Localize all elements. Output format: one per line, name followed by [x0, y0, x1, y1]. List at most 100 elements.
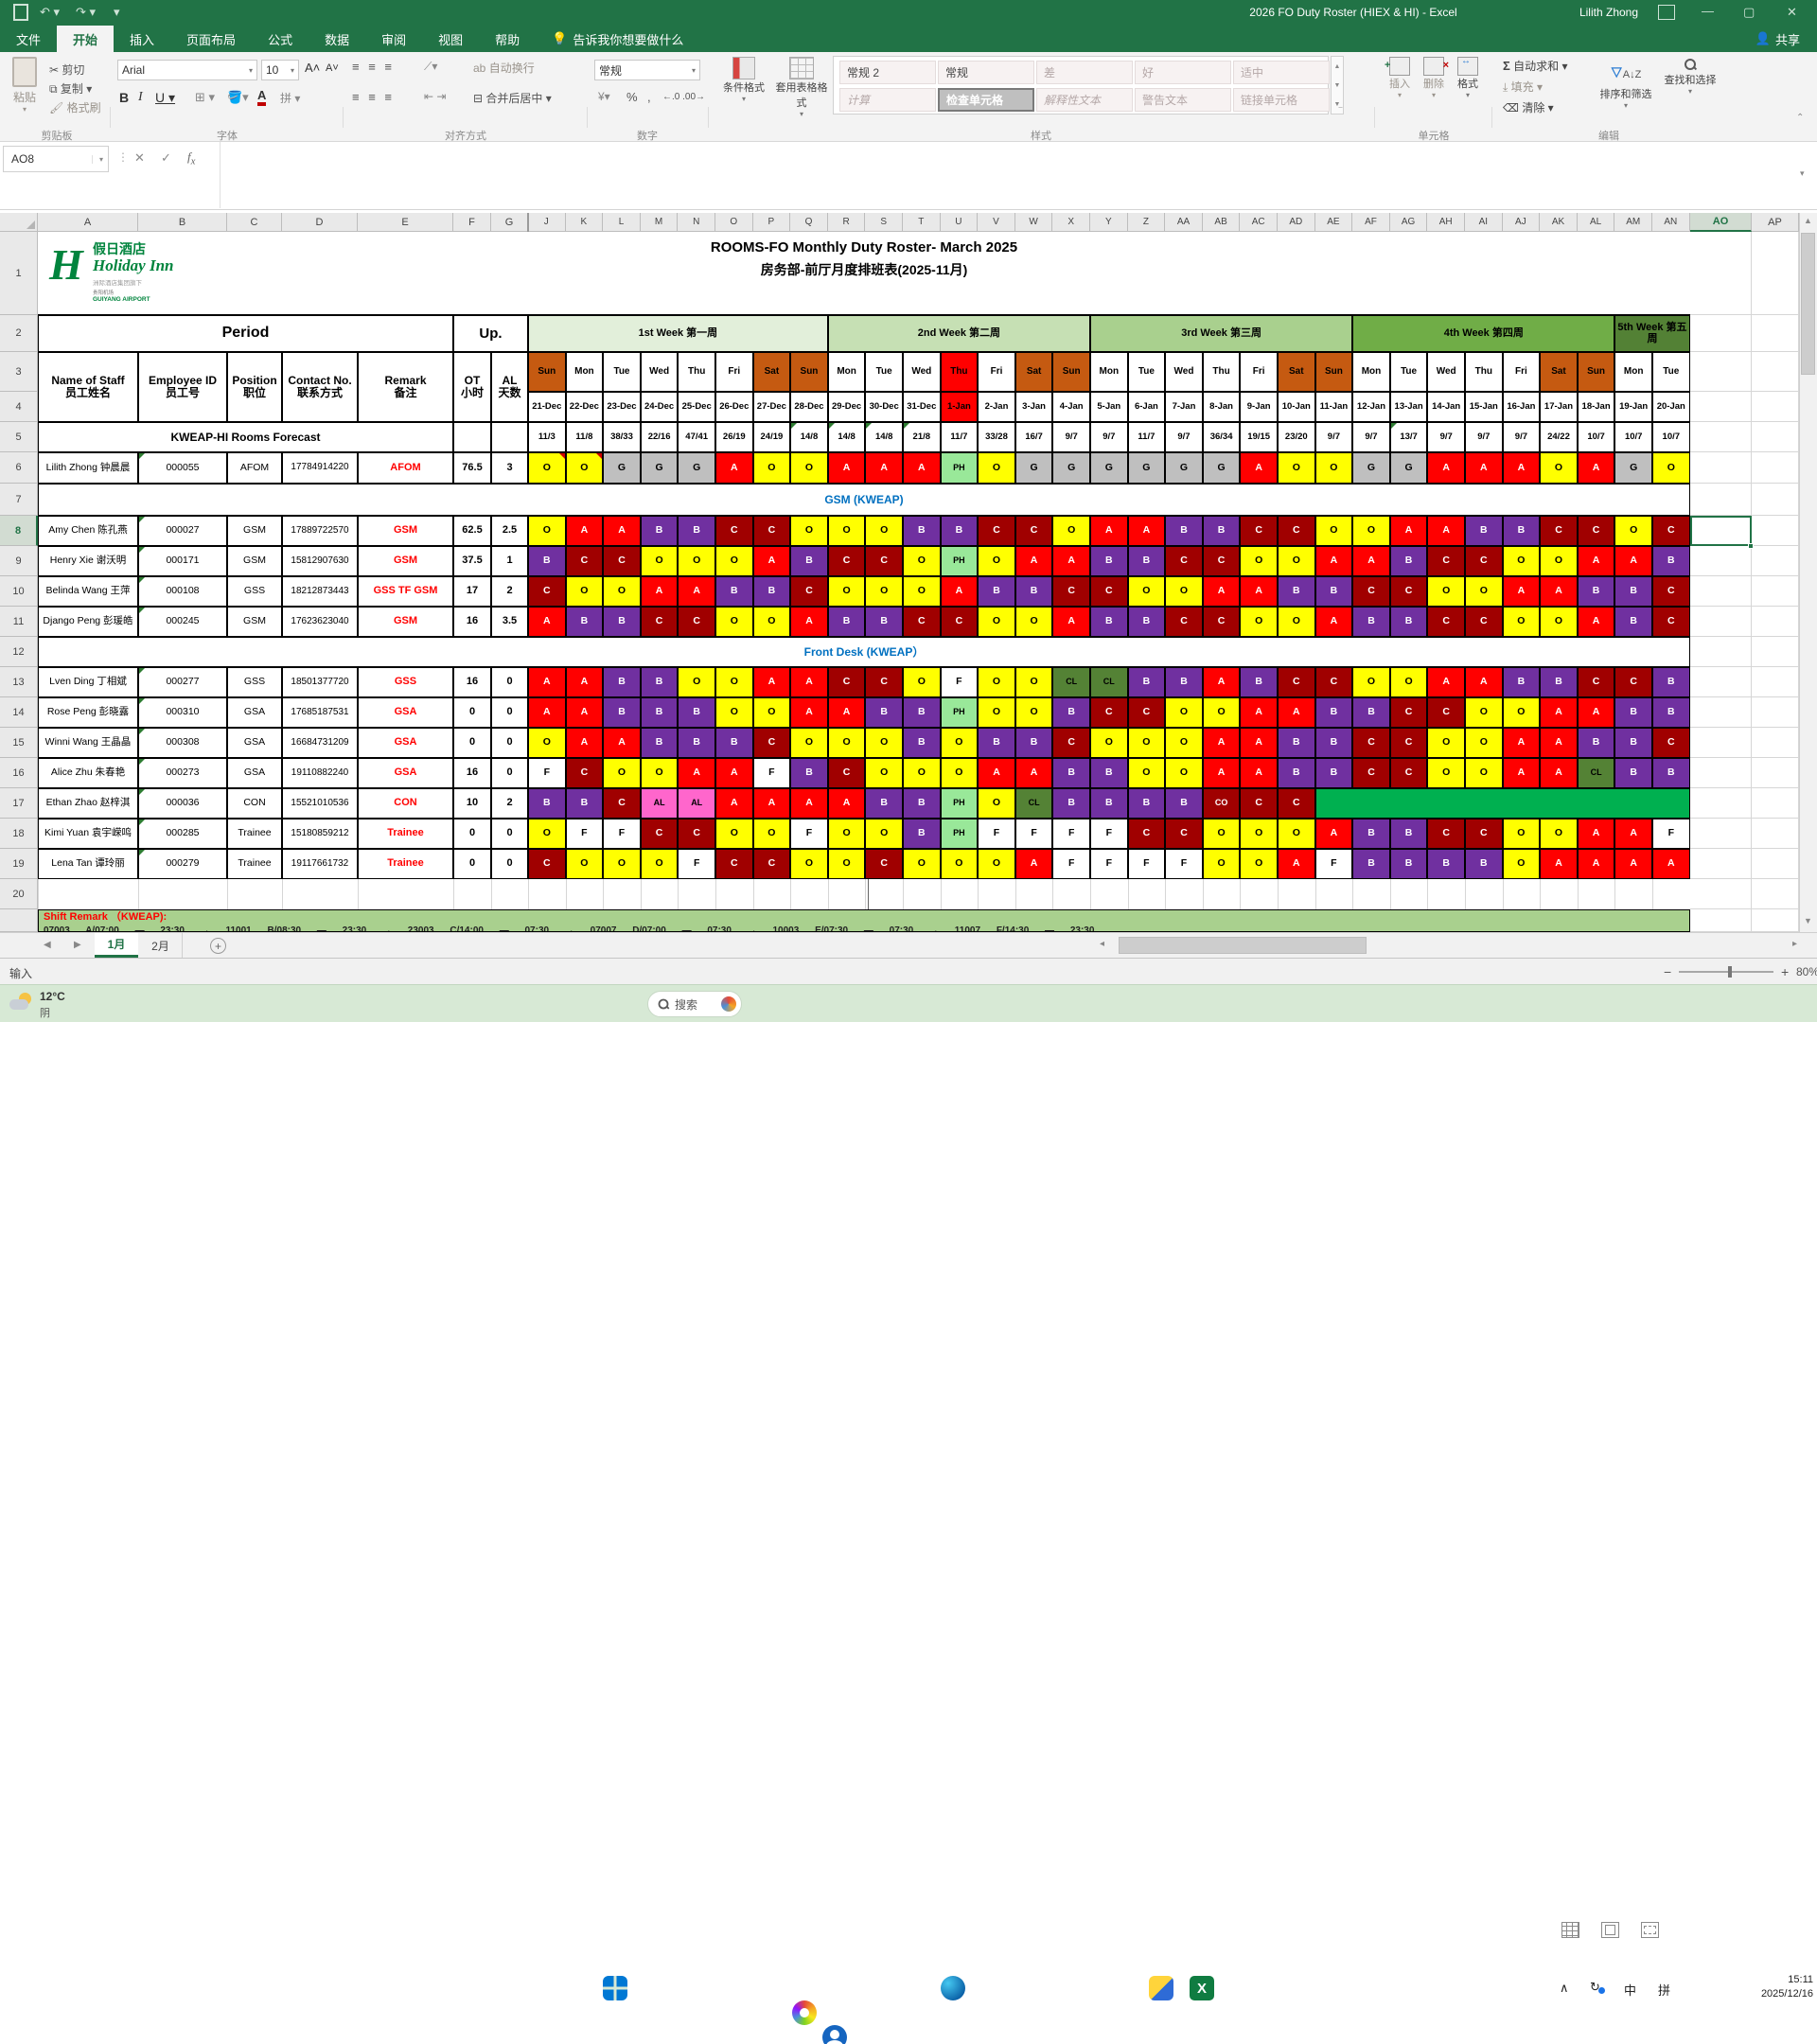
row-header-3[interactable]: 3	[0, 352, 38, 392]
date-cell[interactable]: 13-Jan	[1389, 392, 1428, 422]
shift-cell[interactable]: B	[603, 667, 641, 697]
shift-cell[interactable]: C	[1127, 697, 1166, 728]
shift-cell[interactable]: O	[978, 452, 1015, 484]
shift-cell[interactable]: O	[1240, 607, 1278, 637]
empty-cell[interactable]	[1752, 352, 1799, 392]
shift-cell[interactable]: C	[903, 607, 941, 637]
forecast-cell[interactable]: 11/8	[565, 422, 604, 452]
table-header-name-of-staff[interactable]: Name of Staff 员工姓名	[38, 352, 138, 422]
staff-remark-cell[interactable]: Trainee	[358, 849, 453, 879]
shift-cell[interactable]: A	[1240, 758, 1278, 788]
up-header[interactable]: Up.	[453, 315, 528, 352]
phonetic-guide-icon[interactable]: 拼 ▾	[280, 90, 300, 106]
empty-cell[interactable]	[1690, 546, 1752, 576]
grow-font-icon[interactable]: A˄	[305, 61, 320, 75]
row-header-17[interactable]: 17	[0, 788, 38, 819]
shift-cell[interactable]: B	[903, 788, 941, 819]
shift-cell[interactable]: CL	[1052, 667, 1090, 697]
staff-contact-cell[interactable]: 15521010536	[282, 788, 358, 819]
date-cell[interactable]: 10-Jan	[1278, 392, 1315, 422]
empty-cell[interactable]	[1752, 452, 1799, 484]
font-color-icon[interactable]: A	[257, 88, 267, 106]
shift-cell[interactable]: C	[1014, 516, 1053, 546]
shift-cell[interactable]: A	[1427, 667, 1465, 697]
staff-name-cell[interactable]: Henry Xie 谢沃明	[38, 546, 138, 576]
shift-cell[interactable]: G	[678, 452, 715, 484]
shift-cell[interactable]: C	[603, 788, 641, 819]
shift-cell[interactable]: O	[1278, 452, 1315, 484]
shift-cell[interactable]: B	[1389, 819, 1428, 849]
staff-al-cell[interactable]: 0	[491, 819, 528, 849]
shift-cell[interactable]: C	[1352, 758, 1390, 788]
shift-cell[interactable]: G	[1614, 452, 1652, 484]
empty-cell[interactable]	[1752, 484, 1799, 516]
paste-button[interactable]: 粘贴 ▾	[8, 55, 42, 119]
forecast-cell[interactable]: 24/19	[752, 422, 791, 452]
gallery-scroll-buttons[interactable]: ▲ ▼ ▼̲	[1331, 56, 1344, 115]
shift-cell[interactable]: B	[1052, 697, 1090, 728]
new-sheet-button[interactable]: +	[210, 938, 226, 954]
shift-cell[interactable]: CL	[1577, 758, 1615, 788]
forecast-cell[interactable]: 9/7	[1314, 422, 1353, 452]
forecast-cell[interactable]: 26/19	[715, 422, 753, 452]
shift-cell[interactable]: A	[1502, 758, 1541, 788]
shift-cell[interactable]: CL	[1014, 788, 1053, 819]
shift-cell[interactable]: O	[1014, 607, 1053, 637]
empty-cell[interactable]	[1752, 315, 1799, 352]
date-cell[interactable]: 14-Jan	[1427, 392, 1465, 422]
cell-style-chip[interactable]: 常规 2	[839, 61, 936, 84]
shift-cell[interactable]: A	[1577, 546, 1615, 576]
shift-cell[interactable]: B	[1352, 819, 1390, 849]
sheet-tab-2月[interactable]: 2月	[139, 933, 183, 958]
shift-cell[interactable]: G	[603, 452, 641, 484]
date-cell[interactable]: 27-Dec	[752, 392, 791, 422]
taskbar-icon-finance[interactable]	[1149, 1976, 1173, 2000]
day-name-cell[interactable]: Sun	[1314, 352, 1353, 392]
vertical-align-icons[interactable]: ≡ ≡ ≡	[352, 60, 395, 74]
shift-cell[interactable]: C	[1278, 667, 1315, 697]
shift-cell[interactable]: B	[1127, 546, 1166, 576]
column-header-R[interactable]: R	[827, 213, 866, 232]
percent-icon[interactable]: %	[626, 90, 638, 104]
zoom-level[interactable]: 80%	[1796, 965, 1817, 978]
empty-cell[interactable]	[1690, 788, 1752, 819]
day-name-cell[interactable]: Tue	[865, 352, 903, 392]
empty-cell[interactable]	[1752, 849, 1799, 879]
ribbon-tab-插入[interactable]: 插入	[114, 26, 170, 52]
shift-cell[interactable]: C	[827, 758, 866, 788]
shift-cell[interactable]: O	[603, 849, 641, 879]
vscroll-thumb[interactable]	[1801, 233, 1815, 375]
close-button[interactable]: ✕	[1787, 5, 1797, 20]
column-header-U[interactable]: U	[940, 213, 979, 232]
shift-cell[interactable]: A	[1577, 452, 1615, 484]
shift-cell[interactable]: A	[1202, 728, 1241, 758]
shift-cell[interactable]: C	[1090, 697, 1128, 728]
shift-cell[interactable]: C	[565, 758, 604, 788]
shift-cell[interactable]: A	[1540, 576, 1578, 607]
staff-position-cell[interactable]: GSA	[227, 697, 282, 728]
day-name-cell[interactable]: Wed	[1165, 352, 1203, 392]
staff-contact-cell[interactable]: 16684731209	[282, 728, 358, 758]
empty-cell[interactable]	[1690, 879, 1752, 909]
shift-cell[interactable]: A	[1427, 452, 1465, 484]
day-name-cell[interactable]: Sat	[1278, 352, 1315, 392]
day-name-cell[interactable]: Thu	[940, 352, 979, 392]
staff-al-cell[interactable]: 0	[491, 697, 528, 728]
shift-cell[interactable]: B	[603, 697, 641, 728]
save-icon[interactable]	[13, 4, 28, 21]
shift-cell[interactable]: C	[1352, 576, 1390, 607]
shift-cell[interactable]: B	[790, 546, 828, 576]
staff-name-cell[interactable]: Alice Zhu 朱春艳	[38, 758, 138, 788]
date-cell[interactable]: 9-Jan	[1240, 392, 1278, 422]
shift-cell[interactable]: B	[1652, 546, 1690, 576]
shift-cell[interactable]: F	[1014, 819, 1053, 849]
day-name-cell[interactable]: Wed	[903, 352, 941, 392]
shift-cell[interactable]: A	[790, 788, 828, 819]
shift-cell[interactable]: O	[1502, 607, 1541, 637]
row-header-11[interactable]: 11	[0, 607, 38, 637]
shift-cell[interactable]: C	[1427, 607, 1465, 637]
column-header-AC[interactable]: AC	[1240, 213, 1278, 232]
staff-contact-cell[interactable]: 19117661732	[282, 849, 358, 879]
page-break-view-button[interactable]	[1641, 1922, 1659, 1938]
shift-cell[interactable]: A	[1202, 758, 1241, 788]
